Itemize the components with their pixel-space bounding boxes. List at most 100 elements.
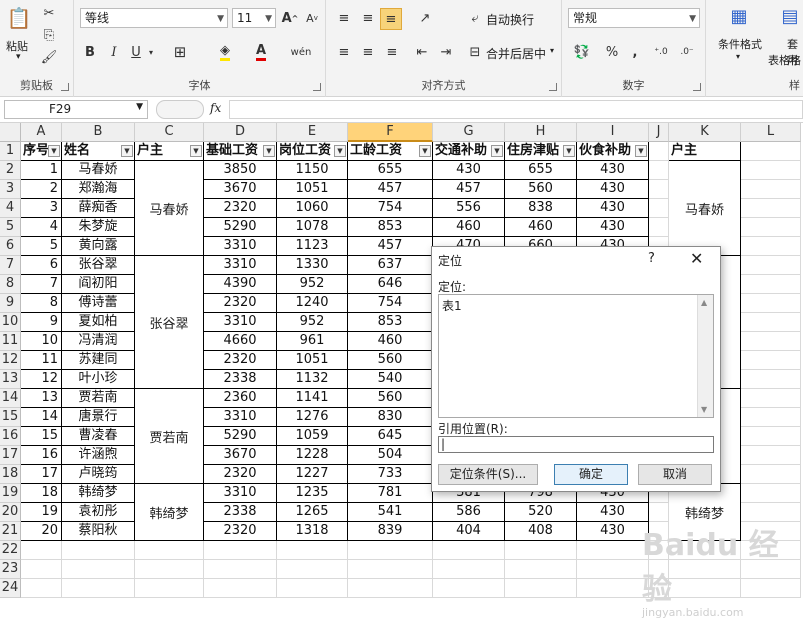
table-cell[interactable]: 9 bbox=[21, 313, 62, 332]
row-header[interactable]: 13 bbox=[0, 370, 21, 389]
format-painter-icon[interactable]: 🖌 bbox=[40, 48, 58, 66]
table-cell[interactable]: 6 bbox=[21, 256, 62, 275]
table-cell[interactable] bbox=[277, 541, 348, 560]
table-cell[interactable]: 4660 bbox=[204, 332, 277, 351]
column-header[interactable]: D bbox=[204, 123, 277, 142]
row-header[interactable]: 5 bbox=[0, 218, 21, 237]
table-cell[interactable]: 520 bbox=[505, 503, 577, 522]
table-header-cell[interactable] bbox=[649, 142, 669, 161]
table-cell[interactable] bbox=[21, 579, 62, 598]
table-cell[interactable] bbox=[21, 560, 62, 579]
table-cell[interactable]: 430 bbox=[577, 180, 649, 199]
column-header[interactable]: E bbox=[277, 123, 348, 142]
table-cell[interactable]: 5290 bbox=[204, 218, 277, 237]
table-cell[interactable] bbox=[577, 541, 649, 560]
table-cell[interactable]: 586 bbox=[433, 503, 505, 522]
table-header-cell[interactable]: 基础工资 ▼ bbox=[204, 142, 277, 161]
table-cell[interactable]: 3 bbox=[21, 199, 62, 218]
table-cell[interactable]: 苏建同 bbox=[62, 351, 135, 370]
table-cell[interactable]: 3310 bbox=[204, 408, 277, 427]
table-cell[interactable]: 朱梦旋 bbox=[62, 218, 135, 237]
italic-button[interactable]: I bbox=[104, 42, 124, 62]
cancel-button[interactable]: 取消 bbox=[638, 464, 712, 485]
table-header-cell[interactable]: 户主 ▼ bbox=[135, 142, 204, 161]
ok-button[interactable]: 确定 bbox=[554, 464, 628, 485]
table-cell[interactable]: 408 bbox=[505, 522, 577, 541]
table-cell[interactable] bbox=[741, 389, 801, 408]
table-format-button-2[interactable]: 表格格 bbox=[768, 52, 801, 68]
font-size-combo[interactable]: 11 ▼ bbox=[232, 8, 276, 28]
bold-button[interactable]: B bbox=[80, 42, 100, 62]
currency-icon[interactable]: 💱 bbox=[570, 42, 594, 62]
paste-icon[interactable]: 📋 bbox=[6, 4, 32, 32]
row-header[interactable]: 6 bbox=[0, 237, 21, 256]
table-cell[interactable]: 郑瀚海 bbox=[62, 180, 135, 199]
table-cell[interactable]: 19 bbox=[21, 503, 62, 522]
table-cell[interactable] bbox=[741, 180, 801, 199]
table-cell[interactable]: 2338 bbox=[204, 503, 277, 522]
table-cell[interactable]: 袁初彤 bbox=[62, 503, 135, 522]
table-cell[interactable]: 1132 bbox=[277, 370, 348, 389]
table-cell[interactable]: 781 bbox=[348, 484, 433, 503]
table-cell[interactable] bbox=[741, 218, 801, 237]
filter-dropdown-icon[interactable]: ▼ bbox=[190, 145, 202, 157]
table-cell[interactable]: 430 bbox=[577, 503, 649, 522]
table-cell[interactable] bbox=[741, 294, 801, 313]
table-cell[interactable]: 5 bbox=[21, 237, 62, 256]
row-header[interactable]: 11 bbox=[0, 332, 21, 351]
formula-input[interactable] bbox=[229, 100, 803, 119]
row-header[interactable]: 1 bbox=[0, 142, 21, 161]
table-cell[interactable]: 645 bbox=[348, 427, 433, 446]
row-header[interactable]: 7 bbox=[0, 256, 21, 275]
table-cell[interactable]: 838 bbox=[505, 199, 577, 218]
shrink-font-icon[interactable]: Av bbox=[302, 8, 322, 28]
table-cell[interactable]: 14 bbox=[21, 408, 62, 427]
table-cell[interactable]: 12 bbox=[21, 370, 62, 389]
table-header-cell[interactable]: 岗位工资 ▼ bbox=[277, 142, 348, 161]
table-cell[interactable] bbox=[741, 408, 801, 427]
table-cell[interactable]: 1228 bbox=[277, 446, 348, 465]
table-cell[interactable] bbox=[433, 560, 505, 579]
table-cell[interactable] bbox=[741, 370, 801, 389]
table-cell[interactable] bbox=[135, 579, 204, 598]
reference-input[interactable]: | bbox=[438, 436, 714, 453]
filter-dropdown-icon[interactable]: ▼ bbox=[491, 145, 503, 157]
filter-dropdown-icon[interactable]: ▼ bbox=[121, 145, 133, 157]
table-header-cell[interactable]: 户主 bbox=[669, 142, 741, 161]
decrease-decimal-icon[interactable]: .0⁻ bbox=[676, 42, 698, 62]
table-cell[interactable]: 430 bbox=[433, 161, 505, 180]
table-cell[interactable]: 1227 bbox=[277, 465, 348, 484]
table-cell[interactable]: 839 bbox=[348, 522, 433, 541]
filter-dropdown-icon[interactable]: ▼ bbox=[48, 145, 60, 157]
row-header[interactable]: 14 bbox=[0, 389, 21, 408]
table-cell[interactable]: 2320 bbox=[204, 294, 277, 313]
table-cell[interactable]: 马春娇 bbox=[62, 161, 135, 180]
table-cell[interactable] bbox=[505, 560, 577, 579]
table-cell[interactable]: 556 bbox=[433, 199, 505, 218]
row-header[interactable]: 21 bbox=[0, 522, 21, 541]
table-cell[interactable]: 3310 bbox=[204, 256, 277, 275]
list-item[interactable]: 表1 bbox=[442, 297, 462, 314]
table-cell[interactable] bbox=[348, 560, 433, 579]
row-header[interactable]: 17 bbox=[0, 446, 21, 465]
table-cell[interactable]: 1318 bbox=[277, 522, 348, 541]
number-format-combo[interactable]: 常规 ▼ bbox=[568, 8, 700, 28]
table-cell[interactable] bbox=[741, 275, 801, 294]
table-header-cell[interactable]: 工龄工资 ▼ bbox=[348, 142, 433, 161]
align-left-icon[interactable]: ≡ bbox=[334, 42, 354, 62]
merge-icon[interactable]: ⊟ bbox=[466, 42, 484, 62]
table-cell[interactable]: 1060 bbox=[277, 199, 348, 218]
percent-button[interactable]: % bbox=[604, 42, 620, 62]
table-cell[interactable] bbox=[741, 142, 801, 161]
table-cell[interactable] bbox=[204, 541, 277, 560]
table-cell[interactable]: 韩绮梦 bbox=[62, 484, 135, 503]
table-cell[interactable] bbox=[649, 199, 669, 218]
table-cell[interactable]: 637 bbox=[348, 256, 433, 275]
scroll-up-icon[interactable]: ▲ bbox=[701, 298, 707, 307]
table-cell[interactable] bbox=[277, 579, 348, 598]
table-cell[interactable] bbox=[204, 579, 277, 598]
column-header[interactable]: B bbox=[62, 123, 135, 142]
row-header[interactable]: 19 bbox=[0, 484, 21, 503]
row-header[interactable]: 9 bbox=[0, 294, 21, 313]
table-cell[interactable]: 504 bbox=[348, 446, 433, 465]
